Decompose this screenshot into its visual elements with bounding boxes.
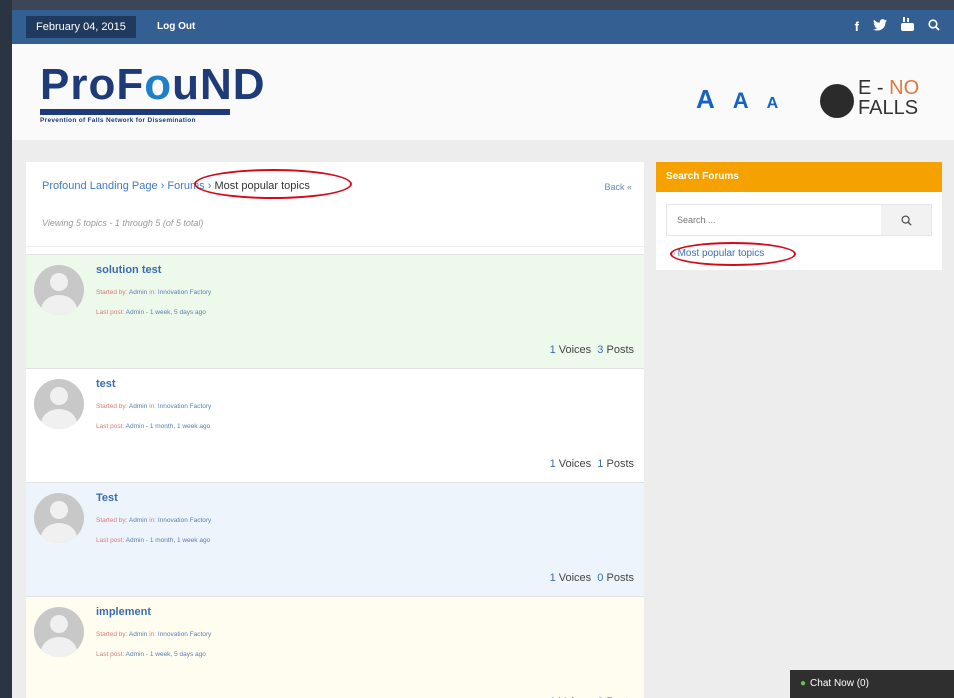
topic-title-link[interactable]: solution test [96, 264, 161, 276]
avatar[interactable] [34, 607, 84, 657]
topic-row: implement Started by: Admin in: Innovati… [26, 596, 644, 698]
chat-user-icon: ● [800, 678, 807, 689]
topic-last-post: Last post: Admin - 1 week, 5 days ago [96, 309, 206, 316]
search-form [666, 204, 932, 236]
search-input[interactable] [667, 205, 881, 235]
topic-title-link[interactable]: test [96, 378, 116, 390]
topic-title-link[interactable]: implement [96, 606, 151, 618]
font-size-decrease-button[interactable]: A [767, 95, 779, 113]
font-size-reset-button[interactable]: A [733, 88, 749, 114]
chat-now-button[interactable]: ● Chat Now (0) [790, 670, 954, 698]
topic-started-by: Started by: Admin in: Innovation Factory [96, 517, 212, 524]
date-label: February 04, 2015 [26, 16, 136, 38]
widget-title: Search Forums [656, 162, 942, 192]
topic-stats: 1 Voices 3 Posts [549, 344, 634, 356]
search-icon [900, 214, 912, 226]
topic-count-text: Viewing 5 topics - 1 through 5 (of 5 tot… [42, 218, 204, 228]
e-no-falls-wordmark: E - NO FALLS [858, 77, 920, 119]
back-link[interactable]: Back « [604, 182, 632, 192]
avatar[interactable] [34, 379, 84, 429]
logo-tagline: Prevention of Falls Network for Dissemin… [40, 117, 196, 124]
topic-started-by: Started by: Admin in: Innovation Factory [96, 289, 212, 296]
profound-logo[interactable]: ProFouND Prevention of Falls Network for… [40, 62, 266, 124]
e-no-falls-logo[interactable]: E - NO FALLS [820, 74, 940, 122]
topic-started-by: Started by: Admin in: Innovation Factory [96, 631, 212, 638]
forum-main-panel: Profound Landing Page › Forums › Most po… [26, 162, 644, 698]
site: February 04, 2015 Log Out f ProFouND Pre… [12, 10, 954, 698]
site-header: ProFouND Prevention of Falls Network for… [12, 44, 954, 140]
facebook-icon[interactable]: f [855, 16, 859, 38]
topic-last-post: Last post: Admin - 1 month, 1 week ago [96, 537, 211, 544]
topic-row: Test Started by: Admin in: Innovation Fa… [26, 482, 644, 596]
logout-link[interactable]: Log Out [157, 16, 195, 38]
topic-started-by: Started by: Admin in: Innovation Factory [96, 403, 212, 410]
annotation-circle [194, 169, 352, 199]
avatar[interactable] [34, 265, 84, 315]
topic-stats: 1 Voices 0 Posts [549, 572, 634, 584]
font-size-controls: A A A [696, 84, 778, 115]
topic-title-link[interactable]: Test [96, 492, 118, 504]
annotation-circle [670, 242, 796, 266]
youtube-icon[interactable] [901, 16, 914, 38]
search-forums-widget: Search Forums Most popular topics [656, 162, 942, 270]
window-frame-left [0, 0, 12, 698]
avatar[interactable] [34, 493, 84, 543]
topic-last-post: Last post: Admin - 1 week, 5 days ago [96, 651, 206, 658]
e-no-falls-emblem [820, 84, 854, 118]
topic-stats: 1 Voices 1 Posts [549, 458, 634, 470]
social-icons: f [855, 16, 940, 38]
top-bar: February 04, 2015 Log Out f [12, 10, 954, 44]
font-size-increase-button[interactable]: A [696, 84, 715, 115]
search-icon[interactable] [928, 16, 940, 38]
topic-row: test Started by: Admin in: Innovation Fa… [26, 368, 644, 482]
topic-row: solution test Started by: Admin in: Inno… [26, 254, 644, 368]
twitter-icon[interactable] [873, 16, 887, 38]
logo-wordmark: ProFouND [40, 60, 266, 109]
topic-last-post: Last post: Admin - 1 month, 1 week ago [96, 423, 211, 430]
divider [26, 246, 644, 247]
search-button[interactable] [881, 205, 931, 235]
logo-underline [40, 109, 230, 115]
breadcrumb-home[interactable]: Profound Landing Page [42, 180, 158, 192]
